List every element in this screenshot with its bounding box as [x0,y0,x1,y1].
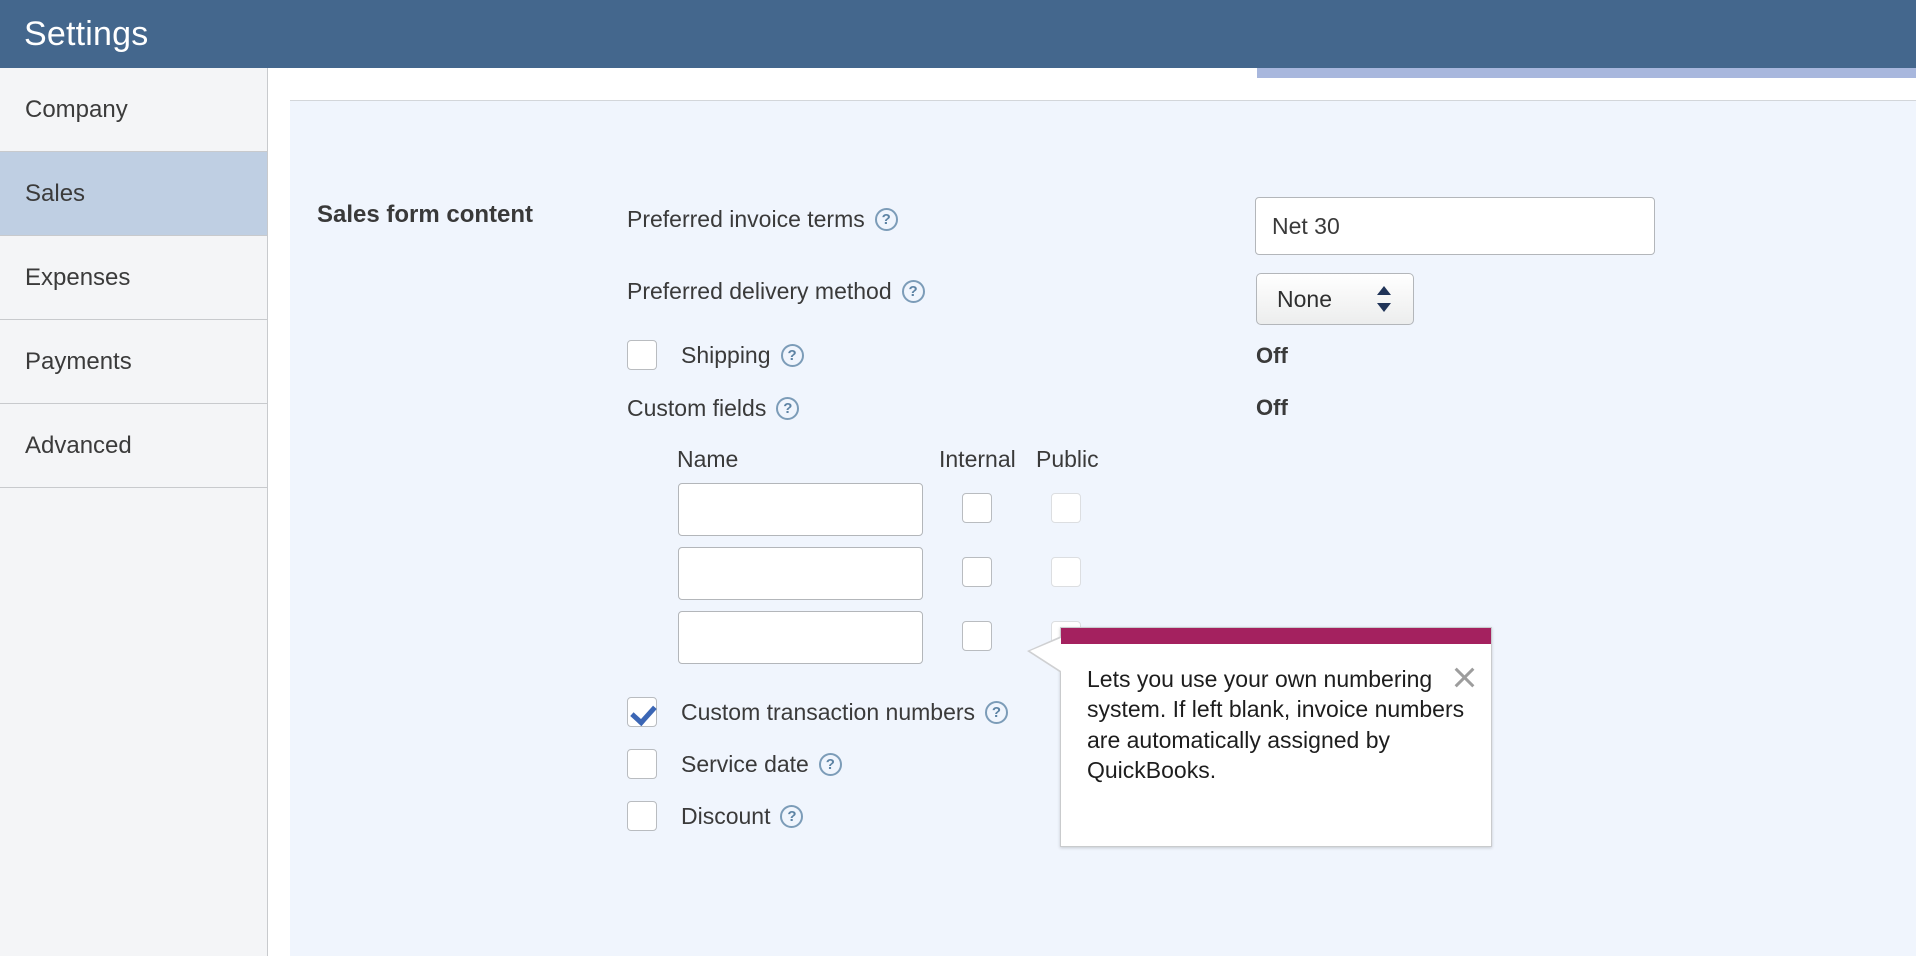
page-title: Settings [24,15,149,53]
sidebar-item-label: Advanced [25,431,132,459]
sidebar-item-advanced[interactable]: Advanced [0,404,267,488]
settings-window: Settings Company Sales Expenses Payments… [0,0,1916,956]
window-titlebar: Settings [0,0,1916,68]
shipping-row: Shipping ? [627,340,804,370]
preferred-invoice-terms-row: Preferred invoice terms ? [627,206,898,233]
preferred-delivery-method-value: None [1277,285,1332,312]
help-circle-icon[interactable]: ? [776,397,800,420]
sidebar-item-expenses[interactable]: Expenses [0,236,267,320]
shipping-status: Off [1256,343,1288,368]
close-x-icon[interactable] [1451,664,1477,690]
help-circle-icon[interactable]: ? [901,280,925,303]
custom-field-public-checkbox-2[interactable] [1051,557,1081,587]
preferred-delivery-method-row: Preferred delivery method ? [627,278,925,305]
custom-fields-row: Custom fields ? [627,395,800,422]
custom-field-name-input-1[interactable] [678,483,923,536]
preferred-invoice-terms-input[interactable] [1255,197,1655,255]
custom-transaction-numbers-checkbox[interactable] [627,697,657,727]
tooltip-text: Lets you use your own numbering system. … [1087,666,1465,784]
shipping-label: Shipping [681,341,771,368]
discount-row: Discount ? [627,801,804,831]
custom-transaction-numbers-label: Custom transaction numbers [681,698,976,725]
discount-label: Discount [681,802,771,829]
help-circle-icon[interactable]: ? [780,804,804,828]
sidebar-item-label: Expenses [25,263,131,291]
sidebar-filler [0,488,267,892]
tooltip-accent-bar [1061,628,1491,644]
sidebar-item-label: Company [25,95,128,123]
sidebar-item-label: Sales [25,179,86,207]
custom-fields-status: Off [1256,395,1288,420]
section-title: Sales form content [317,201,534,228]
custom-field-public-checkbox-1[interactable] [1051,493,1081,523]
preferred-invoice-terms-label: Preferred invoice terms [627,206,865,232]
preferred-delivery-method-label: Preferred delivery method [627,278,892,304]
custom-transaction-numbers-row: Custom transaction numbers ? [627,697,1009,727]
column-header-name: Name [677,446,739,472]
help-circle-icon[interactable]: ? [874,208,898,231]
settings-sidebar: Company Sales Expenses Payments Advanced [0,68,268,956]
custom-field-name-input-2[interactable] [678,547,923,600]
custom-field-internal-checkbox-1[interactable] [962,493,992,523]
service-date-checkbox[interactable] [627,749,657,779]
sidebar-item-payments[interactable]: Payments [0,320,267,404]
custom-field-internal-checkbox-2[interactable] [962,557,992,587]
help-circle-icon[interactable]: ? [780,343,804,367]
help-circle-icon[interactable]: ? [985,700,1009,724]
service-date-row: Service date ? [627,749,842,779]
help-tooltip-popover: Lets you use your own numbering system. … [1027,627,1492,847]
column-header-public: Public [1036,446,1099,472]
custom-field-name-input-3[interactable] [678,611,923,664]
custom-field-internal-checkbox-3[interactable] [962,621,992,651]
discount-checkbox[interactable] [627,801,657,831]
column-header-internal: Internal [939,446,1016,472]
sidebar-item-label: Payments [25,347,132,375]
shipping-checkbox[interactable] [627,340,657,370]
help-circle-icon[interactable]: ? [818,752,842,776]
accent-strip [1257,68,1916,78]
custom-fields-label: Custom fields [627,395,767,421]
service-date-label: Service date [681,750,809,777]
tooltip-pointer-inner [1030,638,1061,671]
sidebar-item-company[interactable]: Company [0,68,267,152]
sidebar-item-sales[interactable]: Sales [0,152,267,236]
chevron-updown-icon [1377,284,1391,314]
preferred-delivery-method-select[interactable]: None [1256,273,1414,325]
